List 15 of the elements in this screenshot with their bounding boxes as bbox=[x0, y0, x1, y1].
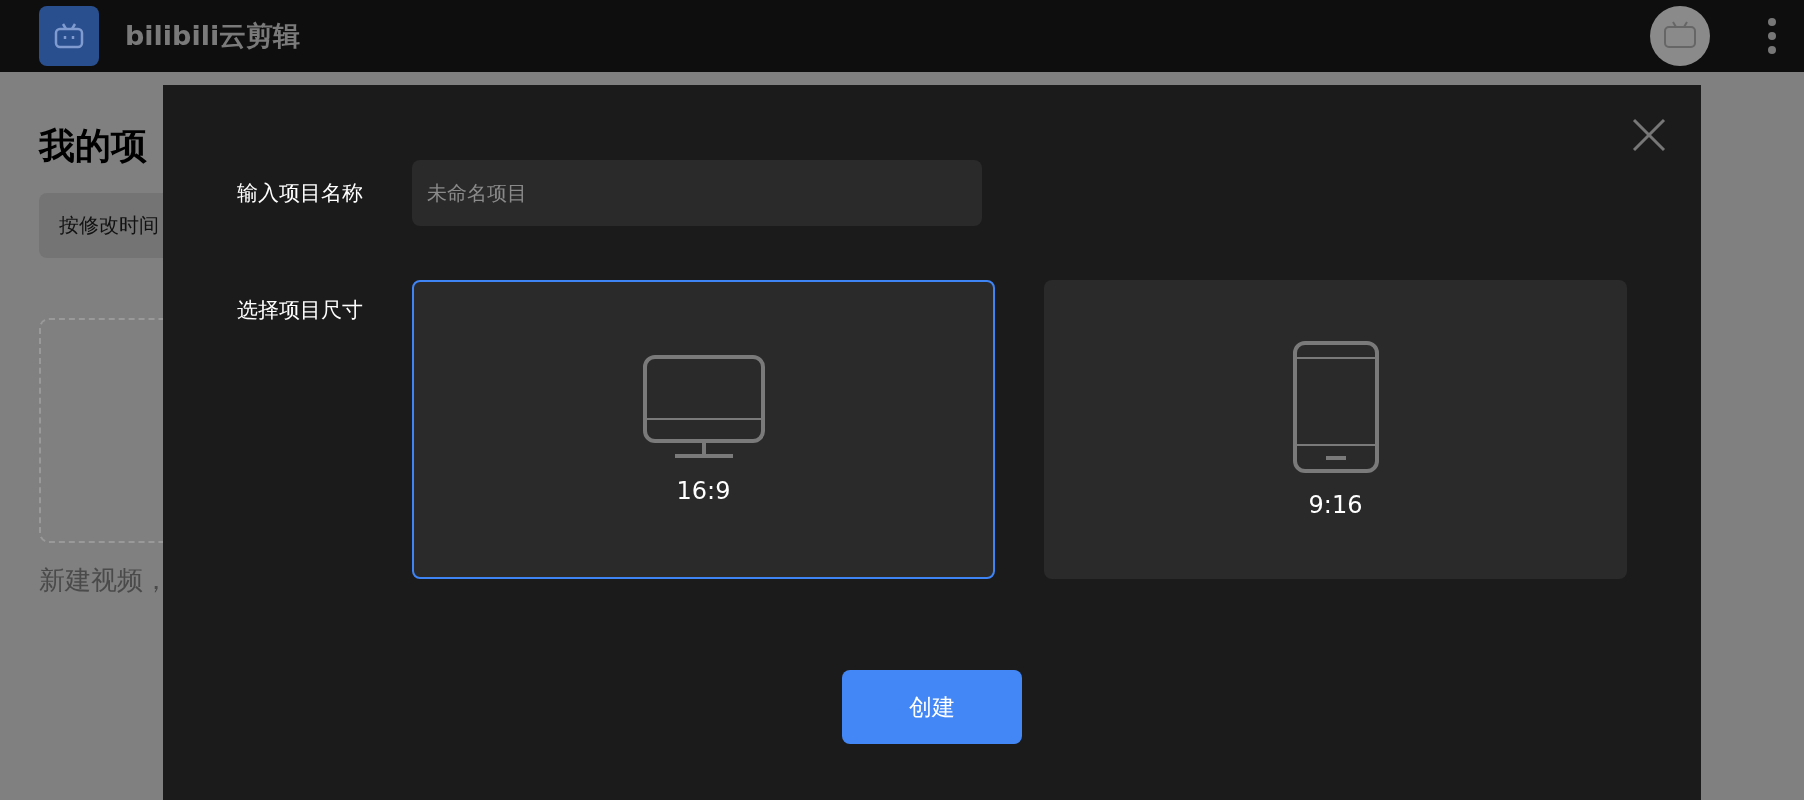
size-label: 选择项目尺寸 bbox=[237, 297, 364, 324]
app-title: bilibili云剪辑 bbox=[125, 19, 301, 53]
avatar[interactable] bbox=[1650, 6, 1710, 66]
monitor-icon bbox=[642, 354, 765, 459]
name-field[interactable]: 未命名项目 bbox=[412, 160, 982, 226]
phone-icon bbox=[1292, 340, 1379, 473]
app-logo[interactable] bbox=[39, 6, 99, 66]
size-option[interactable]: 16:9 bbox=[412, 280, 995, 579]
close-icon[interactable] bbox=[1631, 117, 1667, 153]
page-title: 我的项 bbox=[39, 124, 147, 168]
size-ratio: 9:16 bbox=[1308, 490, 1363, 519]
more-icon[interactable] bbox=[1768, 18, 1776, 54]
size-ratio: 16:9 bbox=[676, 476, 731, 505]
size-option[interactable]: 9:16 bbox=[1044, 280, 1627, 579]
name-label: 输入项目名称 bbox=[237, 180, 364, 207]
